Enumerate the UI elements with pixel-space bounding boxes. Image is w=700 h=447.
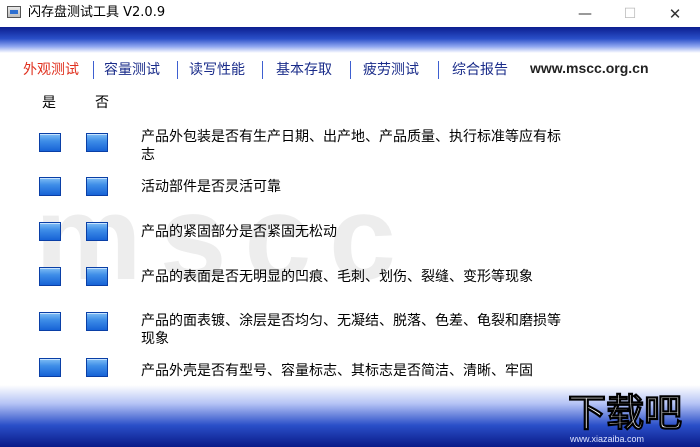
tab-basic-access[interactable]: 基本存取 xyxy=(276,60,332,80)
tab-divider xyxy=(177,61,178,79)
yes-checkbox-2[interactable] xyxy=(39,177,61,196)
tab-divider xyxy=(438,61,439,79)
yes-checkbox-1[interactable] xyxy=(39,133,61,152)
logo-text: 下载吧 xyxy=(567,391,683,435)
check-item-1: 产品外包装是否有生产日期、出产地、产品质量、执行标准等应有标志 xyxy=(141,129,561,163)
maximize-button[interactable]: ☐ xyxy=(607,0,653,27)
column-header-yes: 是 xyxy=(42,95,56,111)
tab-appearance-test[interactable]: 外观测试 xyxy=(23,60,79,80)
yes-checkbox-5[interactable] xyxy=(39,312,61,331)
yes-checkbox-3[interactable] xyxy=(39,222,61,241)
title-bar: 闪存盘测试工具 V2.0.9 — ☐ ✕ xyxy=(0,0,700,27)
header-band xyxy=(0,27,700,53)
no-checkbox-3[interactable] xyxy=(86,222,108,241)
tab-rw-performance[interactable]: 读写性能 xyxy=(189,60,245,80)
site-url: www.mscc.org.cn xyxy=(530,60,649,76)
tab-fatigue-test[interactable]: 疲劳测试 xyxy=(363,60,419,80)
check-item-5: 产品的面表镀、涂层是否均匀、无凝结、脱落、色差、龟裂和磨损等现象 xyxy=(141,313,561,347)
download-site-logo: 下载吧 www.xiazaiba.com xyxy=(560,392,700,447)
no-checkbox-4[interactable] xyxy=(86,267,108,286)
tab-divider xyxy=(262,61,263,79)
yes-checkbox-4[interactable] xyxy=(39,267,61,286)
logo-url: www.xiazaiba.com xyxy=(570,434,645,444)
minimize-button[interactable]: — xyxy=(562,0,608,27)
app-icon xyxy=(7,6,21,18)
tab-divider xyxy=(350,61,351,79)
tab-divider xyxy=(93,61,94,79)
yes-checkbox-6[interactable] xyxy=(39,358,61,377)
column-header-no: 否 xyxy=(95,95,109,111)
check-item-6: 产品外壳是否有型号、容量标志、其标志是否简洁、清晰、牢固 xyxy=(141,363,533,379)
no-checkbox-2[interactable] xyxy=(86,177,108,196)
tab-summary-report[interactable]: 综合报告 xyxy=(452,60,508,80)
check-item-3: 产品的紧固部分是否紧固无松动 xyxy=(141,224,337,240)
check-item-2: 活动部件是否灵活可靠 xyxy=(141,179,281,195)
no-checkbox-1[interactable] xyxy=(86,133,108,152)
check-item-4: 产品的表面是否无明显的凹痕、毛刺、划伤、裂缝、变形等现象 xyxy=(141,269,533,285)
no-checkbox-6[interactable] xyxy=(86,358,108,377)
window-title: 闪存盘测试工具 V2.0.9 xyxy=(28,5,166,20)
close-button[interactable]: ✕ xyxy=(652,0,698,27)
no-checkbox-5[interactable] xyxy=(86,312,108,331)
tab-bar: 外观测试 容量测试 读写性能 基本存取 疲劳测试 综合报告 www.mscc.o… xyxy=(0,58,700,82)
tab-capacity-test[interactable]: 容量测试 xyxy=(104,60,160,80)
